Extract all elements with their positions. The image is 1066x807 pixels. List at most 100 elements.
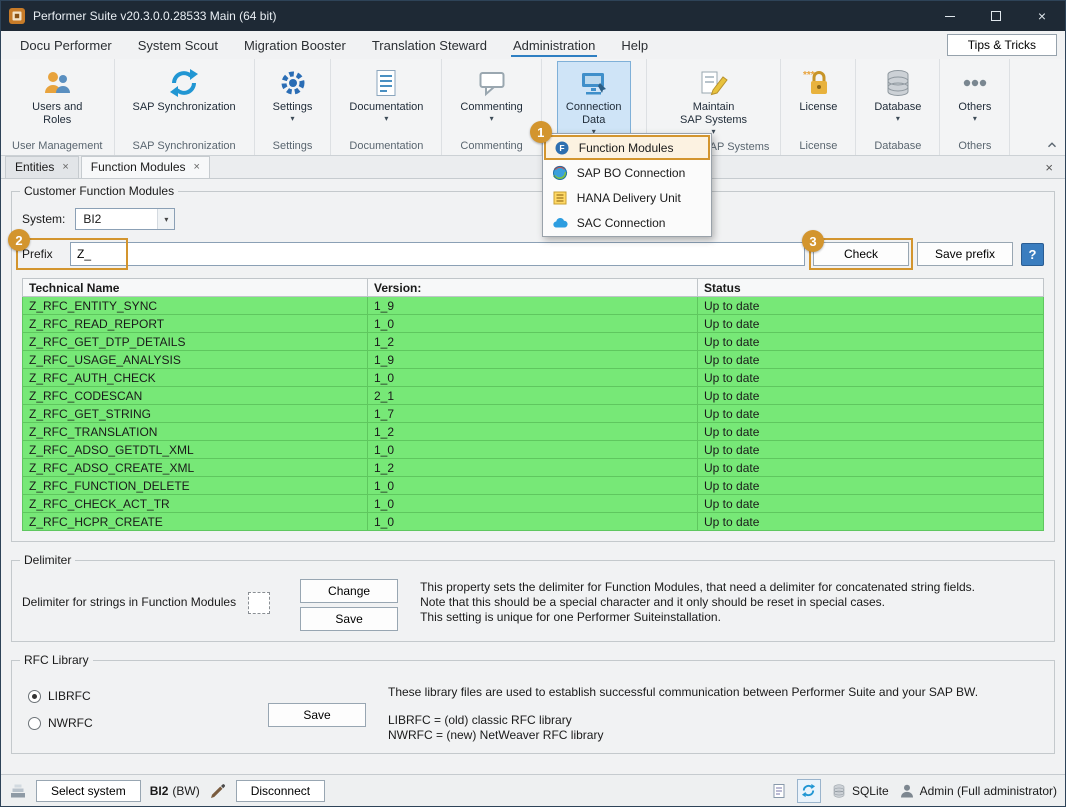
hana-list-icon <box>552 190 568 206</box>
select-system-button[interactable]: Select system <box>36 780 141 802</box>
table-cell: Up to date <box>698 477 1044 495</box>
radio-option-librfc[interactable]: LIBRFC <box>28 689 268 703</box>
ribbon-button-database[interactable]: Database▾ <box>865 61 930 137</box>
delimiter-save-button[interactable]: Save <box>300 607 398 631</box>
system-combobox[interactable]: BI2 ▾ <box>75 208 175 230</box>
tab-entities[interactable]: Entities× <box>5 156 79 178</box>
table-cell: Up to date <box>698 513 1044 531</box>
chevron-down-icon[interactable]: ▾ <box>157 209 174 229</box>
ribbon-button-label: MaintainSAP Systems <box>680 101 747 127</box>
table-cell: Z_RFC_FUNCTION_DELETE <box>23 477 368 495</box>
ribbon-group-user-management: Users andRolesUser Management <box>1 59 115 155</box>
column-header-technical-name[interactable]: Technical Name <box>23 279 368 297</box>
table-cell: Up to date <box>698 423 1044 441</box>
rfc-library-body: LIBRFCNWRFC Save These library files are… <box>22 675 1044 743</box>
radio-option-nwrfc[interactable]: NWRFC <box>28 716 268 730</box>
table-cell: 1_0 <box>368 315 698 333</box>
tips-tricks-button[interactable]: Tips & Tricks <box>947 34 1057 56</box>
ribbon-button-commenting[interactable]: Commenting▾ <box>451 61 531 137</box>
ribbon-group-others: Others▾Others <box>940 59 1010 155</box>
rfc-save-button[interactable]: Save <box>268 703 366 727</box>
ribbon-group-caption: Others <box>956 137 993 155</box>
table-row[interactable]: Z_RFC_CODESCAN2_1Up to date <box>23 387 1044 405</box>
table-row[interactable]: Z_RFC_HCPR_CREATE1_0Up to date <box>23 513 1044 531</box>
table-row[interactable]: Z_RFC_CHECK_ACT_TR1_0Up to date <box>23 495 1044 513</box>
annotation-badge-2: 2 <box>8 229 30 251</box>
ribbon-button-sap-synchronization[interactable]: SAP Synchronization <box>124 61 245 137</box>
table-cell: Z_RFC_USAGE_ANALYSIS <box>23 351 368 369</box>
table-cell: Up to date <box>698 297 1044 315</box>
table-row[interactable]: Z_RFC_READ_REPORT1_0Up to date <box>23 315 1044 333</box>
check-button[interactable]: Check <box>813 242 909 266</box>
annotation-badge-3: 3 <box>802 230 824 252</box>
tab-function-modules[interactable]: Function Modules× <box>81 156 210 178</box>
menu-item-sap-bo-connection[interactable]: SAP BO Connection <box>544 160 710 185</box>
table-row[interactable]: Z_RFC_GET_DTP_DETAILS1_2Up to date <box>23 333 1044 351</box>
prefix-input[interactable] <box>70 242 805 266</box>
menu-item-migration-booster[interactable]: Migration Booster <box>231 31 359 59</box>
sync-icon <box>168 67 200 99</box>
maximize-icon <box>991 11 1001 21</box>
tab-close-icon[interactable]: × <box>194 162 200 172</box>
delimiter-change-button[interactable]: Change <box>300 579 398 603</box>
disconnect-button[interactable]: Disconnect <box>236 780 325 802</box>
menu-item-help[interactable]: Help <box>608 31 661 59</box>
table-row[interactable]: Z_RFC_GET_STRING1_7Up to date <box>23 405 1044 423</box>
menu-item-administration[interactable]: Administration <box>500 31 608 59</box>
table-row[interactable]: Z_RFC_ENTITY_SYNC1_9Up to date <box>23 297 1044 315</box>
ribbon-button-settings[interactable]: Settings▾ <box>264 61 322 137</box>
ribbon-button-user-management[interactable]: Users andRoles <box>23 61 91 137</box>
sync-button[interactable] <box>797 779 821 803</box>
table-cell: 2_1 <box>368 387 698 405</box>
maximize-button[interactable] <box>973 1 1019 31</box>
table-row[interactable]: Z_RFC_FUNCTION_DELETE1_0Up to date <box>23 477 1044 495</box>
table-row[interactable]: Z_RFC_ADSO_GETDTL_XML1_0Up to date <box>23 441 1044 459</box>
table-cell: 1_2 <box>368 459 698 477</box>
rfc-description-line: LIBRFC = (old) classic RFC library <box>388 713 978 728</box>
table-cell: 1_9 <box>368 351 698 369</box>
table-row[interactable]: Z_RFC_TRANSLATION1_2Up to date <box>23 423 1044 441</box>
library-icon[interactable] <box>9 782 27 800</box>
ribbon-button-license[interactable]: ***License <box>790 61 846 137</box>
connected-system-name: BI2 <box>150 784 169 798</box>
save-prefix-button[interactable]: Save prefix <box>917 242 1013 266</box>
customer-function-modules-group: Customer Function Modules System: BI2 ▾ … <box>11 191 1055 542</box>
menu-item-translation-steward[interactable]: Translation Steward <box>359 31 500 59</box>
ribbon-button-label: License <box>799 101 837 114</box>
menu-item-function-modules[interactable]: FFunction Modules <box>544 135 710 160</box>
menu-item-docu-performer[interactable]: Docu Performer <box>7 31 125 59</box>
menu-item-system-scout[interactable]: System Scout <box>125 31 231 59</box>
ribbon-button-documentation[interactable]: Documentation▾ <box>340 61 432 137</box>
menu-item-sac-connection[interactable]: SAC Connection <box>544 210 710 235</box>
menu-item-label: Function Modules <box>579 141 674 155</box>
minimize-button[interactable] <box>927 1 973 31</box>
ribbon-button-label: Commenting <box>460 101 522 114</box>
help-button[interactable]: ? <box>1021 243 1044 266</box>
page-icon[interactable] <box>770 782 788 800</box>
table-row[interactable]: Z_RFC_AUTH_CHECK1_0Up to date <box>23 369 1044 387</box>
menubar: Docu PerformerSystem ScoutMigration Boos… <box>1 31 1065 59</box>
delimiter-group: Delimiter Delimiter for strings in Funct… <box>11 560 1055 642</box>
ribbon-button-connection-data[interactable]: ConnectionData▾ <box>557 61 631 138</box>
connection-icon <box>578 67 610 99</box>
ribbon-button-maintain-sap-systems[interactable]: MaintainSAP Systems▾ <box>671 61 756 138</box>
window-title: Performer Suite v20.3.0.0.28533 Main (64… <box>33 9 276 23</box>
table-row[interactable]: Z_RFC_ADSO_CREATE_XML1_2Up to date <box>23 459 1044 477</box>
tab-close-icon[interactable]: × <box>62 162 68 172</box>
menu-item-hana-delivery-unit[interactable]: HANA Delivery Unit <box>544 185 710 210</box>
connection-data-menu: 1FFunction ModulesSAP BO ConnectionHANA … <box>542 133 712 237</box>
table-cell: Z_RFC_ENTITY_SYNC <box>23 297 368 315</box>
column-header-version[interactable]: Version: <box>368 279 698 297</box>
documents-close-icon[interactable]: × <box>1045 160 1053 175</box>
table-cell: 1_7 <box>368 405 698 423</box>
ribbon-button-others[interactable]: Others▾ <box>949 61 1000 137</box>
statusbar: Select system BI2 (BW) Disconnect SQLite… <box>1 774 1065 806</box>
chevron-down-icon: ▾ <box>490 115 494 123</box>
ribbon-group-sap-synchronization: SAP SynchronizationSAP Synchronization <box>115 59 255 155</box>
ribbon-collapse-icon[interactable] <box>1043 137 1061 153</box>
rfc-radio-group: LIBRFC NWRFC <box>22 689 268 730</box>
radio-label: LIBRFC <box>48 689 91 703</box>
column-header-status[interactable]: Status <box>698 279 1044 297</box>
table-row[interactable]: Z_RFC_USAGE_ANALYSIS1_9Up to date <box>23 351 1044 369</box>
close-button[interactable]: × <box>1019 1 1065 31</box>
